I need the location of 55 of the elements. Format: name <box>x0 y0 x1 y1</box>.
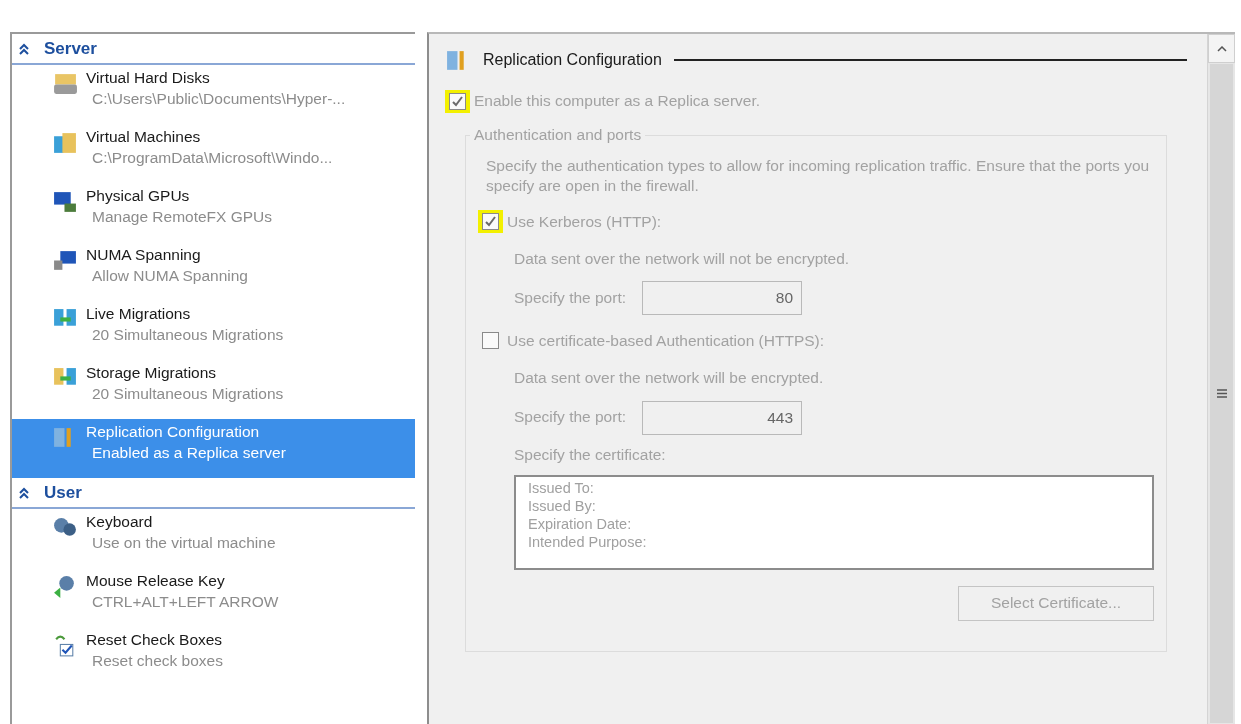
item-subtitle: CTRL+ALT+LEFT ARROW <box>91 593 279 611</box>
grip-icon <box>1216 389 1227 398</box>
item-title: Mouse Release Key <box>86 572 226 590</box>
item-title: Virtual Machines <box>86 128 202 146</box>
chevron-up-icon <box>1216 45 1227 52</box>
certificate-field: Expiration Date: <box>528 514 1140 534</box>
item-title: Reset Check Boxes <box>86 631 223 649</box>
certificate-field: Issued By: <box>528 496 1140 515</box>
monitor-icon <box>52 189 78 215</box>
item-subtitle: 20 Simultaneous Migrations <box>91 385 284 403</box>
section-title: Server <box>44 38 97 59</box>
checkbox-label: Use Kerberos (HTTP): <box>507 211 662 232</box>
field-label: Specify the port: <box>514 288 626 309</box>
collapse-icon[interactable] <box>18 486 30 499</box>
field-label: Specify the port: <box>514 407 626 428</box>
item-subtitle: Use on the virtual machine <box>91 534 276 552</box>
checkbox-label: Use certificate-based Authentication (HTTPS): <box>507 330 825 351</box>
group-legend: Authentication and ports <box>470 126 646 144</box>
certificate-field: Intended Purpose: <box>528 533 1140 552</box>
item-subtitle: C:\Users\Public\Documents\Hyper-... <box>91 90 346 108</box>
sidebar-item[interactable]: Storage Migrations 20 Simultaneous Migrations <box>12 360 415 419</box>
sidebar-item[interactable]: Virtual Machines C:\ProgramData\Microsoft\Windo... <box>12 124 415 183</box>
item-subtitle: Allow NUMA Spanning <box>91 267 248 285</box>
item-subtitle: 20 Simultaneous Migrations <box>91 326 284 344</box>
field-label: Specify the certificate: <box>514 444 667 465</box>
item-title: Virtual Hard Disks <box>86 69 211 87</box>
disk-icon <box>52 71 78 97</box>
sidebar-item[interactable]: NUMA Spanning Allow NUMA Spanning <box>12 242 415 301</box>
collapse-icon[interactable] <box>18 42 30 55</box>
sidebar-item[interactable]: Reset Check Boxes Reset check boxes <box>12 627 415 686</box>
folder-icon <box>52 130 78 156</box>
sidebar-item[interactable]: Mouse Release Key CTRL+ALT+LEFT ARROW <box>12 568 415 627</box>
item-subtitle: Enabled as a Replica server <box>91 444 286 462</box>
item-title: Physical GPUs <box>86 187 191 205</box>
sidebar-item[interactable]: Live Migrations 20 Simultaneous Migrations <box>12 301 415 360</box>
section-title: User <box>44 482 82 503</box>
note-text: Data sent over the network will not be encrypted. <box>514 249 851 270</box>
item-title: Replication Configuration <box>86 423 261 441</box>
item-subtitle: C:\ProgramData\Microsoft\Windo... <box>91 149 333 167</box>
item-subtitle: Reset check boxes <box>91 652 223 670</box>
sidebar-item[interactable]: Keyboard Use on the virtual machine <box>12 509 415 568</box>
item-title: Storage Migrations <box>86 364 218 382</box>
checkbox-label: Enable this computer as a Replica server. <box>474 91 761 112</box>
scroll-thumb[interactable] <box>1210 64 1233 723</box>
note-text: Data sent over the network will be encrypted. <box>514 368 825 389</box>
scrollbar[interactable] <box>1207 34 1235 724</box>
item-title: Keyboard <box>86 513 154 531</box>
sidebar-item[interactable]: Physical GPUs Manage RemoteFX GPUs <box>12 183 415 242</box>
item-title: NUMA Spanning <box>86 246 202 264</box>
sidebar-item[interactable]: Virtual Hard Disks C:\Users\Public\Documents\Hyper-... <box>12 65 415 124</box>
certificate-field: Issued To: <box>528 478 1140 497</box>
description-text: Specify the authentication types to allow for incoming replication traffic. Ensure that the ports you specify are open in the firewall. <box>485 156 1151 197</box>
item-subtitle: Manage RemoteFX GPUs <box>91 208 273 226</box>
item-title: Live Migrations <box>86 305 192 323</box>
section-title: Replication Configuration <box>483 51 662 69</box>
